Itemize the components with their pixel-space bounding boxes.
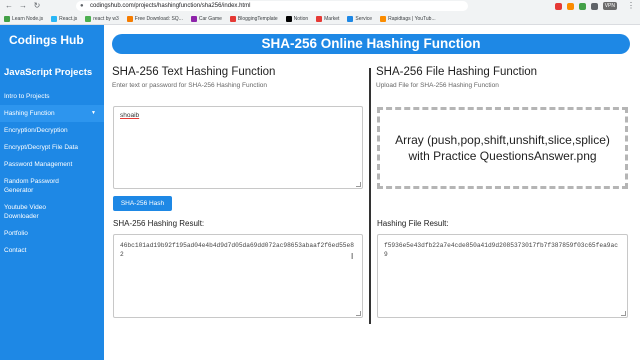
bookmark-label: BloggingTemplate — [237, 15, 278, 22]
uploaded-file-name: Array (push,pop,shift,unshift,slice,spli… — [395, 133, 610, 163]
bookmark-label: Learn Node.js — [12, 15, 44, 22]
sidebar-item-encrypt-decrypt-file-data[interactable]: Encrypt/Decrypt File Data — [0, 139, 104, 156]
file-hashing-section: SHA-256 File Hashing Function Upload Fil… — [376, 66, 630, 89]
text-cursor-icon: I — [351, 252, 354, 261]
bookmark-favicon-icon — [4, 15, 10, 22]
sidebar-item-intro-to-projects[interactable]: Intro to Projects — [0, 88, 104, 105]
bookmark-favicon-icon — [85, 15, 92, 22]
bookmark-item[interactable]: Service — [347, 15, 373, 22]
bookmarks-bar: Learn Node.js React.js react by w3 Free Dow… — [0, 13, 640, 24]
sidebar-item-encryption-decryption[interactable]: Encryption/Decryption — [0, 122, 104, 139]
text-hashing-subtitle: Enter text or password for SHA-256 Hashi… — [112, 82, 267, 89]
file-hashing-title: SHA-256 File Hashing Function — [376, 66, 538, 78]
bookmark-item[interactable]: Learn Node.js — [4, 15, 44, 22]
address-bar[interactable]: ● codingshub.com/projects/hashingfunctio… — [76, 1, 468, 11]
text-input-value: shoaib — [120, 112, 140, 119]
url-text: codingshub.com/projects/hashingfunction/… — [90, 3, 251, 9]
sidebar-item-youtube-video-downloader[interactable]: Youtube Video Downloader — [0, 199, 72, 225]
lock-icon: ● — [80, 3, 84, 9]
bookmark-favicon-icon — [190, 15, 197, 22]
brand-logo[interactable]: Codings Hub — [9, 33, 84, 47]
extension-icon[interactable] — [566, 2, 574, 10]
sha256-hash-button[interactable]: SHA-256 Hash — [113, 196, 172, 211]
bookmark-favicon-icon — [229, 15, 236, 22]
bookmark-favicon-icon — [316, 15, 323, 22]
resize-handle-icon[interactable] — [621, 311, 626, 316]
bookmark-item[interactable]: react by w3 — [85, 15, 119, 22]
sidebar-item-contact[interactable]: Contact — [0, 242, 104, 259]
bookmark-label: Service — [355, 15, 373, 22]
bookmark-label: react by w3 — [93, 15, 119, 22]
reload-icon[interactable]: ↻ — [32, 1, 42, 11]
sidebar: Codings Hub JavaScript Projects Intro to… — [0, 25, 104, 360]
extension-icon[interactable] — [578, 2, 586, 10]
sidebar-item-hashing-function[interactable]: Hashing Function ▼ — [0, 105, 104, 122]
bookmark-favicon-icon — [285, 15, 292, 22]
text-result-label: SHA-256 Hashing Result: — [113, 219, 205, 228]
file-upload-dropzone[interactable]: Array (push,pop,shift,unshift,slice,spli… — [377, 107, 628, 189]
forward-arrow-icon[interactable]: → — [18, 1, 28, 11]
text-input-area[interactable]: shoaib — [113, 106, 363, 189]
bookmark-item[interactable]: Rapidtags | YouTub... — [380, 15, 436, 22]
bookmark-favicon-icon — [380, 15, 387, 22]
menu-dots-icon[interactable]: ⋮ — [626, 1, 636, 11]
column-divider — [369, 68, 371, 324]
bookmark-label: Rapidtags | YouTub... — [388, 15, 436, 22]
bookmark-favicon-icon — [51, 15, 58, 22]
bookmark-label: Free Download: SQ... — [134, 15, 183, 22]
resize-handle-icon[interactable] — [356, 311, 361, 316]
puzzle-icon[interactable] — [590, 2, 598, 10]
address-row: ← → ↻ ● codingshub.com/projects/hashingf… — [0, 0, 640, 12]
page-title-banner: SHA-256 Online Hashing Function — [112, 34, 630, 54]
bookmark-item[interactable]: BloggingTemplate — [229, 15, 278, 22]
extensions-area: VPN ⋮ — [554, 1, 636, 11]
resize-handle-icon[interactable] — [356, 182, 361, 187]
file-result-label: Hashing File Result: — [377, 219, 449, 228]
browser-chrome: ← → ↻ ● codingshub.com/projects/hashingf… — [0, 0, 640, 25]
bookmark-item[interactable]: Notion — [285, 15, 309, 22]
sidebar-item-random-password-generator[interactable]: Random Password Generator — [0, 173, 80, 199]
sidebar-item-password-management[interactable]: Password Management — [0, 156, 104, 173]
bookmark-item[interactable]: Market — [316, 15, 340, 22]
text-result-value: 46bc101ad19b92f195ad04e4b4d9d7d05da69dd0… — [120, 242, 354, 258]
bookmark-item[interactable]: Free Download: SQ... — [126, 15, 183, 22]
bookmark-favicon-icon — [126, 15, 133, 22]
sidebar-item-portfolio[interactable]: Portfolio — [0, 225, 104, 242]
caret-down-icon: ▼ — [91, 110, 96, 116]
file-result-value: f5936e5e43dfb22a7e4cde850a41d9d208537301… — [384, 242, 618, 258]
back-arrow-icon[interactable]: ← — [4, 1, 14, 11]
text-hashing-title: SHA-256 Text Hashing Function — [112, 66, 276, 78]
text-hashing-section: SHA-256 Text Hashing Function Enter text… — [112, 66, 364, 89]
bookmark-item[interactable]: Car Game — [190, 15, 222, 22]
sidebar-section-title: JavaScript Projects — [4, 67, 93, 78]
extension-icon[interactable] — [554, 2, 562, 10]
vpn-badge[interactable]: VPN — [602, 2, 617, 10]
file-result-area[interactable]: f5936e5e43dfb22a7e4cde850a41d9d208537301… — [377, 234, 628, 318]
bookmark-label: Market — [324, 15, 340, 22]
bookmark-item[interactable]: React.js — [51, 15, 78, 22]
file-hashing-subtitle: Upload File for SHA-256 Hashing Function — [376, 82, 499, 89]
bookmark-favicon-icon — [347, 15, 354, 22]
bookmark-label: Notion — [293, 15, 309, 22]
bookmark-label: React.js — [59, 15, 78, 22]
bookmark-label: Car Game — [198, 15, 222, 22]
sidebar-menu: Intro to Projects Hashing Function ▼ Encr… — [0, 88, 104, 259]
text-result-area[interactable]: 46bc101ad19b92f195ad04e4b4d9d7d05da69dd0… — [113, 234, 363, 318]
